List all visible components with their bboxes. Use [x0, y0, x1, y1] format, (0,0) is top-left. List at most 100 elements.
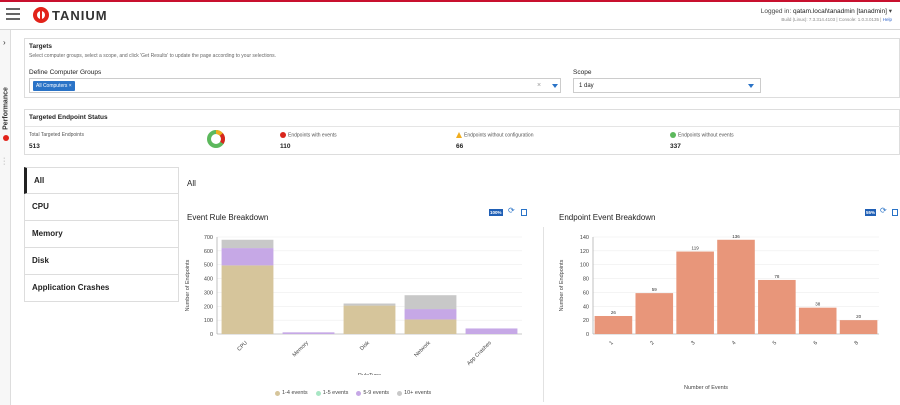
legend-label: 10+ events — [404, 390, 432, 396]
y-tick-label: 400 — [204, 277, 213, 283]
legend-label: 1-4 events — [282, 390, 308, 396]
caret-down-icon[interactable]: ▾ — [889, 8, 892, 15]
y-tick-label: 300 — [204, 290, 213, 296]
legend-item[interactable]: 1-4 events — [275, 390, 308, 396]
event-rule-chart: 0 100 200 300 400 500 600 700 CPU Memory Disk Netwo… — [185, 235, 522, 375]
x-axis-title: Number of Events — [684, 385, 728, 391]
data-label: 38 — [815, 302, 821, 307]
tab-cpu[interactable]: CPU — [24, 194, 179, 221]
data-label: 59 — [652, 287, 658, 292]
x-tick-label: 2 — [649, 340, 655, 346]
clear-icon[interactable]: × — [537, 82, 541, 89]
download-icon[interactable] — [521, 209, 527, 216]
legend-swatch — [397, 390, 403, 396]
x-tick-label: Network — [413, 340, 432, 359]
x-tick-label: 4 — [731, 340, 737, 346]
tab-application-crashes[interactable]: Application Crashes — [24, 275, 179, 302]
top-bar: TANIUM Logged in: qatam.local\tanadmin [… — [0, 0, 900, 30]
data-label: 119 — [692, 246, 700, 251]
with-events-label: Endpoints with events — [280, 132, 337, 138]
y-tick-label: 100 — [580, 263, 589, 269]
tanium-logo-icon — [33, 7, 49, 23]
bar-segment — [221, 248, 274, 266]
refresh-icon[interactable]: ⟳ — [880, 206, 887, 215]
user-menu[interactable]: qatam.local\tanadmin [tanadmin] — [793, 8, 887, 15]
legend-item[interactable]: 1-5 events — [315, 390, 349, 396]
bar-segment — [282, 332, 335, 334]
help-link[interactable]: Help — [883, 17, 892, 22]
x-axis-title: RuleType — [358, 373, 381, 375]
login-info: Logged in: qatam.local\tanadmin [tanadmi… — [761, 7, 892, 22]
warning-icon — [456, 132, 462, 138]
legend-item[interactable]: 5-9 events — [356, 390, 389, 396]
legend-swatch — [275, 390, 280, 396]
tanium-logo[interactable]: TANIUM — [33, 7, 108, 23]
x-tick-label: 1 — [608, 340, 614, 346]
y-tick-label: 80 — [583, 277, 589, 283]
scope-value: 1 day — [579, 83, 594, 89]
scope-label: Scope — [573, 69, 592, 76]
y-tick-label: 40 — [583, 304, 589, 310]
download-icon[interactable] — [892, 209, 898, 216]
bar-segment — [343, 305, 396, 334]
legend-label: 1-5 events — [322, 390, 349, 396]
targets-title: Targets — [29, 43, 52, 50]
bar-segment — [221, 239, 274, 249]
y-tick-label: 0 — [586, 332, 589, 338]
zoom-100-button[interactable]: 100% — [489, 209, 503, 216]
x-tick-label: 8 — [854, 340, 860, 346]
bar-segment — [221, 265, 274, 334]
x-tick-label: 3 — [690, 340, 696, 346]
side-panel: › Performance · · · — [0, 30, 11, 405]
refresh-icon[interactable]: ⟳ — [508, 206, 515, 215]
endpoint-status-panel: Targeted Endpoint Status Total Targeted … — [24, 109, 900, 155]
remove-chip-icon[interactable]: × — [69, 83, 72, 89]
without-events-label: Endpoints without events — [670, 132, 734, 138]
without-config-label: Endpoints without configuration — [456, 132, 534, 138]
groups-label: Define Computer Groups — [29, 69, 102, 76]
scope-select[interactable]: 1 day — [573, 78, 761, 93]
main-content: All Event Rule Breakdown 100% ⟳ 0 100 200 3… — [179, 167, 900, 405]
bar — [839, 320, 878, 334]
chevron-right-icon[interactable]: › — [3, 38, 6, 47]
targets-subtitle: Select computer groups, select a scope, … — [29, 53, 277, 59]
dropdown-caret-icon[interactable] — [552, 84, 558, 88]
sidebar-label-performance[interactable]: Performance — [3, 81, 10, 137]
more-icon[interactable]: · · · — [3, 155, 5, 168]
with-events-value: 110 — [280, 143, 291, 150]
status-donut-chart — [207, 130, 225, 148]
legend-swatch — [315, 390, 321, 396]
x-tick-label: 6 — [813, 340, 819, 346]
legend-item[interactable]: 10+ events — [397, 390, 431, 396]
bar — [635, 293, 674, 334]
y-tick-label: 60 — [583, 290, 589, 296]
bar — [717, 239, 755, 334]
bar-segment — [343, 303, 396, 306]
content-title: All — [187, 179, 196, 188]
bar — [798, 307, 837, 334]
endpoint-event-chart: 0 20 40 60 80 100 120 140 26 1 59 2 119 3 136 4 78 5 38 6 20… — [559, 234, 879, 391]
hamburger-menu-icon[interactable] — [6, 8, 20, 22]
login-prefix: Logged in: — [760, 8, 792, 15]
x-tick-label: Memory — [292, 340, 310, 358]
divider — [25, 126, 900, 127]
tab-all[interactable]: All — [24, 167, 179, 194]
computer-groups-select[interactable]: All Computers × × — [29, 78, 561, 93]
total-label: Total Targeted Endpoints — [29, 132, 84, 138]
brand-name: TANIUM — [52, 7, 108, 23]
y-tick-label: 200 — [204, 304, 213, 310]
category-tabs: All CPU Memory Disk Application Crashes — [24, 167, 179, 302]
bar — [758, 279, 796, 334]
data-label: 20 — [856, 314, 862, 319]
y-tick-label: 0 — [210, 332, 213, 338]
zoom-55-button[interactable]: 55% — [865, 209, 877, 216]
without-events-value: 337 — [670, 143, 681, 150]
tab-memory[interactable]: Memory — [24, 221, 179, 248]
y-tick-label: 100 — [204, 318, 213, 324]
group-chip[interactable]: All Computers × — [33, 81, 75, 91]
data-label: 26 — [611, 310, 617, 315]
performance-icon — [3, 135, 9, 141]
tab-disk[interactable]: Disk — [24, 248, 179, 275]
dropdown-caret-icon[interactable] — [748, 84, 754, 88]
chart-separator — [543, 227, 544, 402]
